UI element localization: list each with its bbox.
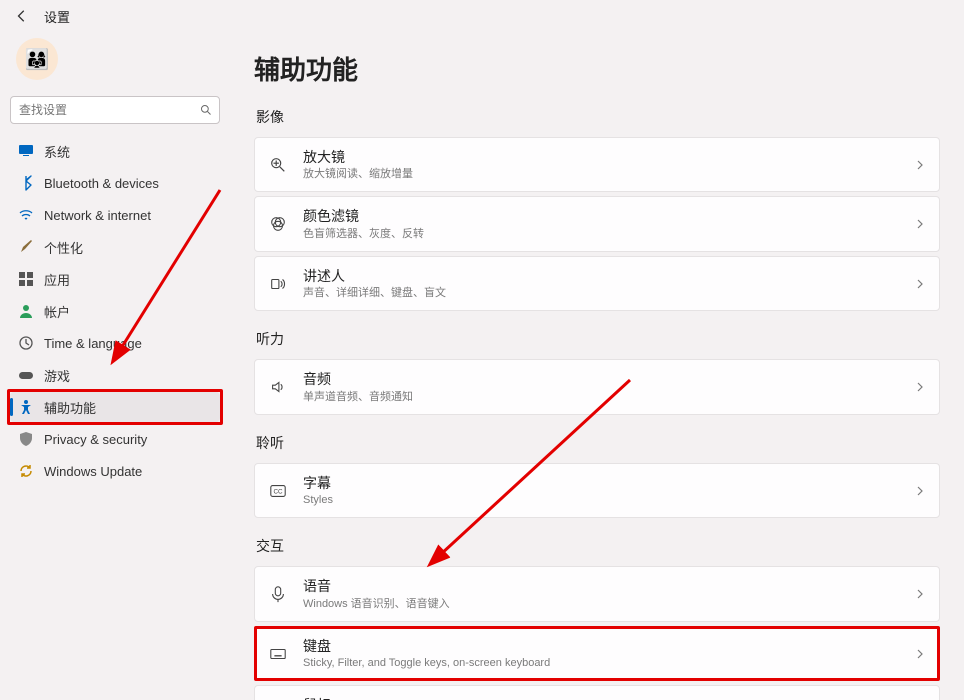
card-title: 讲述人: [303, 267, 899, 285]
card-subtitle: Styles: [303, 493, 899, 507]
sidebar-item-gaming[interactable]: 游戏: [10, 360, 220, 390]
grid-icon: [18, 271, 34, 287]
card-title: 放大镜: [303, 148, 899, 166]
sidebar-item-label: 帐户: [44, 302, 70, 321]
audio-icon: [269, 378, 287, 396]
accessibility-icon: [18, 399, 34, 415]
sidebar-item-label: 游戏: [44, 366, 70, 385]
captions-icon: CC: [269, 482, 287, 500]
card-title: 字幕: [303, 474, 899, 492]
card-subtitle: Windows 语音识别、语音键入: [303, 597, 899, 611]
sidebar-item-personalization[interactable]: 个性化: [10, 232, 220, 262]
keyboard-icon: [269, 645, 287, 663]
setting-captions[interactable]: CC 字幕Styles: [254, 463, 940, 518]
setting-audio[interactable]: 音频单声道音频、音频通知: [254, 359, 940, 414]
brush-icon: [18, 239, 34, 255]
card-subtitle: 色盲筛选器、灰度、反转: [303, 227, 899, 241]
sidebar-item-system[interactable]: 系统: [10, 136, 220, 166]
clock-icon: [18, 335, 34, 351]
card-subtitle: Sticky, Filter, and Toggle keys, on-scre…: [303, 656, 899, 670]
shield-icon: [18, 431, 34, 447]
sidebar-item-label: Bluetooth & devices: [44, 176, 159, 191]
card-title: 颜色滤镜: [303, 207, 899, 225]
sidebar-item-label: 系统: [44, 142, 70, 161]
sidebar-item-label: Windows Update: [44, 464, 142, 479]
bluetooth-icon: [18, 175, 34, 191]
setting-narrator[interactable]: 讲述人声音、详细详细、键盘、盲文: [254, 256, 940, 311]
card-subtitle: 声音、详细详细、键盘、盲文: [303, 286, 899, 300]
section-header-vision: 影像: [256, 107, 938, 127]
sidebar-item-privacy[interactable]: Privacy & security: [10, 424, 220, 454]
sidebar-item-label: Privacy & security: [44, 432, 147, 447]
chevron-right-icon: [915, 219, 925, 229]
search-icon: [200, 104, 212, 116]
color-filter-icon: [269, 215, 287, 233]
gamepad-icon: [18, 367, 34, 383]
sidebar: 👨‍👩‍👧 系统 Bluetooth & devices Network & i…: [0, 32, 230, 700]
user-avatar-icon: 👨‍👩‍👧: [16, 38, 58, 80]
app-title: 设置: [44, 7, 70, 26]
card-title: 语音: [303, 577, 899, 595]
user-avatar-wrap[interactable]: 👨‍👩‍👧: [10, 32, 220, 94]
chevron-right-icon: [915, 279, 925, 289]
wifi-icon: [18, 207, 34, 223]
sidebar-item-bluetooth[interactable]: Bluetooth & devices: [10, 168, 220, 198]
person-icon: [18, 303, 34, 319]
chevron-right-icon: [915, 382, 925, 392]
page-title: 辅助功能: [254, 50, 940, 87]
section-header-hearing2: 聆听: [256, 433, 938, 453]
setting-speech[interactable]: 语音 Windows 语音识别、语音键入: [254, 566, 940, 621]
update-icon: [18, 463, 34, 479]
search-box[interactable]: [10, 96, 220, 124]
sidebar-item-accounts[interactable]: 帐户: [10, 296, 220, 326]
section-header-interaction: 交互: [256, 536, 938, 556]
sidebar-item-label: 辅助功能: [44, 398, 96, 417]
monitor-icon: [18, 143, 34, 159]
search-input[interactable]: [10, 96, 220, 124]
section-header-hearing: 听力: [256, 329, 938, 349]
card-subtitle: 放大镜阅读、缩放增量: [303, 167, 899, 181]
setting-magnifier[interactable]: 放大镜放大镜阅读、缩放增量: [254, 137, 940, 192]
card-title: 音频: [303, 370, 899, 388]
sidebar-item-accessibility[interactable]: 辅助功能: [10, 392, 220, 422]
card-subtitle: 单声道音频、音频通知: [303, 390, 899, 404]
magnifier-icon: [269, 156, 287, 174]
chevron-right-icon: [915, 649, 925, 659]
svg-text:CC: CC: [273, 488, 283, 495]
chevron-right-icon: [915, 160, 925, 170]
card-title: 键盘: [303, 637, 899, 655]
arrow-left-icon: [15, 9, 29, 23]
sidebar-item-label: 应用: [44, 270, 70, 289]
main-content: 辅助功能 影像 放大镜放大镜阅读、缩放增量 颜色滤镜色盲筛选器、灰度、反转 讲述…: [230, 32, 964, 700]
sidebar-item-network[interactable]: Network & internet: [10, 200, 220, 230]
setting-mouse[interactable]: 鼠标Mouse keys, speed, acceleration: [254, 685, 940, 700]
sidebar-item-label: 个性化: [44, 238, 83, 257]
chevron-right-icon: [915, 589, 925, 599]
chevron-right-icon: [915, 486, 925, 496]
card-title: 鼠标: [303, 696, 899, 700]
sidebar-item-label: Time & language: [44, 336, 142, 351]
sidebar-item-time[interactable]: Time & language: [10, 328, 220, 358]
setting-color-filters[interactable]: 颜色滤镜色盲筛选器、灰度、反转: [254, 196, 940, 251]
back-button[interactable]: [8, 2, 36, 30]
setting-keyboard[interactable]: 键盘Sticky, Filter, and Toggle keys, on-sc…: [254, 626, 940, 681]
sidebar-item-apps[interactable]: 应用: [10, 264, 220, 294]
titlebar: 设置: [0, 0, 964, 32]
sidebar-item-update[interactable]: Windows Update: [10, 456, 220, 486]
narrator-icon: [269, 275, 287, 293]
mic-icon: [269, 585, 287, 603]
nav-list: 系统 Bluetooth & devices Network & interne…: [10, 136, 220, 486]
annotation-sidebar-highlight: 辅助功能: [7, 389, 223, 425]
sidebar-item-label: Network & internet: [44, 208, 151, 223]
